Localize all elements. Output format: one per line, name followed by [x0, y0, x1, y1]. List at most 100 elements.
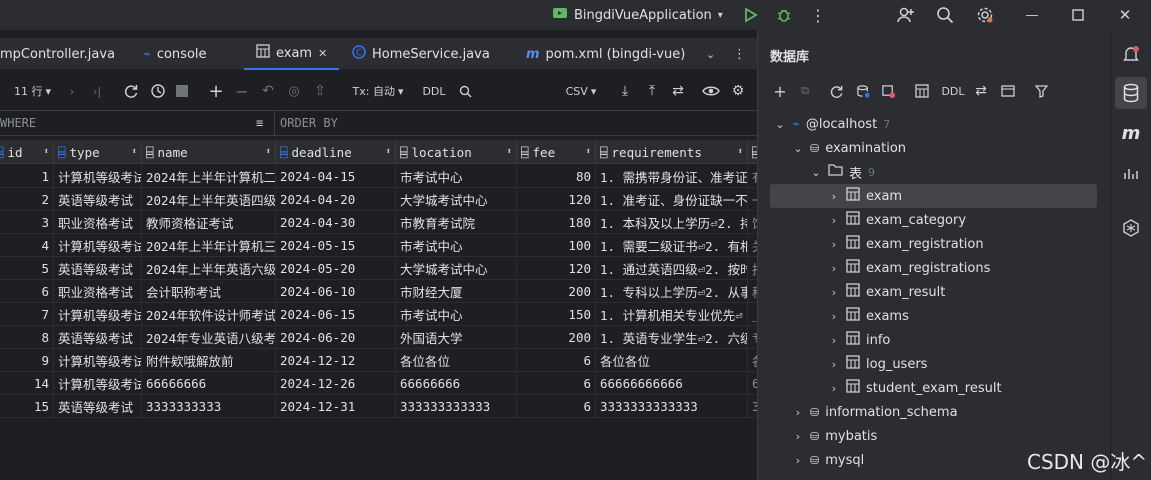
cell-deadline[interactable]: 2024-04-30 — [276, 211, 396, 234]
jump-icon[interactable]: ⇄ — [971, 81, 991, 101]
profiler-icon[interactable] — [1115, 157, 1147, 189]
cell-deadline[interactable]: 2024-05-15 — [276, 234, 396, 257]
order-by-field[interactable]: ORDER BY — [280, 116, 338, 130]
row-count-selector[interactable]: 11 行 ▾ — [14, 81, 58, 101]
column-header-location[interactable]: ⌸ location ⬍ — [396, 140, 517, 164]
cell-type[interactable]: 职业资格考试 — [54, 211, 142, 234]
cell-location[interactable]: 市考试中心 — [396, 165, 517, 188]
cell-requirements[interactable]: 1. 英语专业学生⏎2. 六级 — [596, 326, 748, 349]
copy-icon[interactable]: ⧉ — [795, 81, 815, 101]
cell-next-column[interactable]: 6 — [748, 372, 757, 395]
cell-id[interactable]: 4 — [0, 234, 54, 257]
tree-node-table[interactable]: › exam_result — [828, 280, 945, 304]
cell-name[interactable]: 会计职称考试 — [142, 280, 276, 303]
cell-location[interactable]: 市财经大厦 — [396, 280, 517, 303]
add-datasource-icon[interactable]: + — [770, 81, 790, 101]
table-row[interactable]: 2 英语等级考试 2024年上半年英语四级 2024-04-20 大学城考试中心 120 1… — [0, 188, 757, 211]
cell-next-column[interactable]: 种 — [748, 280, 757, 303]
cell-fee[interactable]: 150 — [517, 303, 596, 326]
tree-node-localhost[interactable]: ⌄ ⌁ @localhost 7 — [774, 112, 890, 136]
cell-id[interactable]: 8 — [0, 326, 54, 349]
cell-type[interactable]: 计算机等级考试 — [54, 165, 142, 188]
table-row[interactable]: 1 计算机等级考试 2024年上半年计算机二 2024-04-15 市考试中心 80 1. … — [0, 165, 757, 188]
cell-deadline[interactable]: 2024-12-12 — [276, 349, 396, 372]
tx-mode-selector[interactable]: Tx: 自动 ▾ — [348, 81, 408, 101]
tabs-dropdown-icon[interactable]: ⌄ — [706, 38, 715, 70]
cell-type[interactable]: 计算机等级考试 — [54, 303, 142, 326]
cell-next-column[interactable]: 3 — [748, 395, 757, 418]
filter-icon[interactable] — [1031, 81, 1051, 101]
tree-node-table[interactable]: › exams — [828, 304, 909, 328]
run-button[interactable] — [738, 3, 762, 27]
cell-next-column[interactable]: 关 — [748, 234, 757, 257]
cell-deadline[interactable]: 2024-06-15 — [276, 303, 396, 326]
add-user-icon[interactable] — [894, 3, 918, 27]
cell-name[interactable]: 3333333333 — [142, 395, 276, 418]
cell-requirements[interactable]: 1. 准考证、身份证缺一不 — [596, 188, 748, 211]
cell-deadline[interactable]: 2024-05-20 — [276, 257, 396, 280]
database-tool-icon[interactable] — [1115, 77, 1147, 109]
tree-node-table[interactable]: › exam_registrations — [828, 256, 990, 280]
table-row[interactable]: 3 职业资格考试 教师资格证考试 2024-04-30 市教育考试院 180 1. 本科及以… — [0, 211, 757, 234]
cell-deadline[interactable]: 2024-06-20 — [276, 326, 396, 349]
cell-name[interactable]: 2024年上半年英语六级 — [142, 257, 276, 280]
column-header-fee[interactable]: ⌸ fee ⬍ — [517, 140, 596, 164]
cell-requirements[interactable]: 1. 本科及以上学历⏎2. 持 — [596, 211, 748, 234]
cell-id[interactable]: 14 — [0, 372, 54, 395]
tree-node-schema-examination[interactable]: ⌄ ⛁ examination — [792, 136, 906, 160]
stop-icon[interactable] — [174, 81, 190, 101]
table-row[interactable]: 9计算机等级考试附件欸哦解放前2024-12-12各位各位6各位各位各 — [0, 349, 757, 372]
cell-name[interactable]: 附件欸哦解放前 — [142, 349, 276, 372]
refresh-icon[interactable] — [826, 81, 846, 101]
maven-tool-icon[interactable]: m — [1115, 117, 1147, 149]
cell-name[interactable]: 66666666 — [142, 372, 276, 395]
last-page-icon[interactable]: ›| — [88, 81, 106, 101]
cell-next-column[interactable]: 一 — [748, 188, 757, 211]
cell-fee[interactable]: 6 — [517, 372, 596, 395]
where-field[interactable]: WHERE — [0, 116, 36, 130]
cell-name[interactable]: 2024年软件设计师考试 — [142, 303, 276, 326]
cell-id[interactable]: 6 — [0, 280, 54, 303]
cell-requirements[interactable]: 66666666666 — [596, 372, 748, 395]
cell-deadline[interactable]: 2024-12-26 — [276, 372, 396, 395]
close-window-icon[interactable]: ✕ — [1113, 3, 1137, 27]
table-row[interactable]: 15 英语等级考试 3333333333 2024-12-31 333333333333… — [0, 395, 757, 418]
column-header-deadline[interactable]: ⌸ deadline ⬍ — [276, 140, 396, 164]
cell-location[interactable]: 市考试中心 — [396, 234, 517, 257]
cell-requirements[interactable]: 3333333333333 — [596, 395, 748, 418]
ddl-button[interactable]: DDL — [939, 81, 967, 101]
cell-deadline[interactable]: 2024-06-10 — [276, 280, 396, 303]
tab-exam[interactable]: exam ✕ — [244, 38, 340, 70]
cell-location[interactable]: 各位各位 — [396, 349, 517, 372]
console-icon[interactable] — [998, 81, 1018, 101]
cell-fee[interactable]: 120 — [517, 257, 596, 280]
submit-icon[interactable]: ⇧ — [310, 81, 330, 101]
cell-type[interactable]: 计算机等级考试 — [54, 349, 142, 372]
column-header-name[interactable]: ⌸ name ⬍ — [142, 140, 276, 164]
ai-assistant-icon[interactable] — [1115, 212, 1147, 244]
download-icon[interactable]: ⤓ — [615, 81, 635, 101]
view-icon[interactable] — [700, 81, 722, 101]
cell-name[interactable]: 2024年上半年英语四级 — [142, 188, 276, 211]
cell-name[interactable]: 2024年上半年计算机三 — [142, 234, 276, 257]
cell-next-column[interactable]: 饱 — [748, 211, 757, 234]
table-row[interactable]: 8 英语等级考试 2024年专业英语八级考 2024-06-20 外国语大学 200 1. … — [0, 326, 757, 349]
cell-name[interactable]: 2024年上半年计算机二 — [142, 165, 276, 188]
tree-node-table[interactable]: › info — [828, 328, 890, 352]
tree-node-table[interactable]: › exam_category — [828, 208, 966, 232]
cell-requirements[interactable]: 1. 需要二级证书⏎2. 有相 — [596, 234, 748, 257]
table-icon[interactable] — [912, 81, 932, 101]
cell-location[interactable]: 大学城考试中心 — [396, 188, 517, 211]
add-row-icon[interactable]: + — [206, 81, 226, 102]
cell-type[interactable]: 英语等级考试 — [54, 188, 142, 211]
delete-row-icon[interactable]: − — [232, 81, 252, 101]
ddl-button[interactable]: DDL — [420, 81, 448, 101]
refresh-icon[interactable] — [121, 81, 141, 101]
cell-fee[interactable]: 6 — [517, 349, 596, 372]
disconnect-icon[interactable] — [878, 81, 898, 101]
tree-node-tables-folder[interactable]: ⌄ 表 9 — [810, 160, 875, 184]
column-header-next[interactable]: ⌸ — [748, 140, 757, 164]
tree-node-table[interactable]: › student_exam_result — [828, 376, 1002, 400]
cell-location[interactable]: 市考试中心 — [396, 303, 517, 326]
cell-fee[interactable]: 200 — [517, 280, 596, 303]
